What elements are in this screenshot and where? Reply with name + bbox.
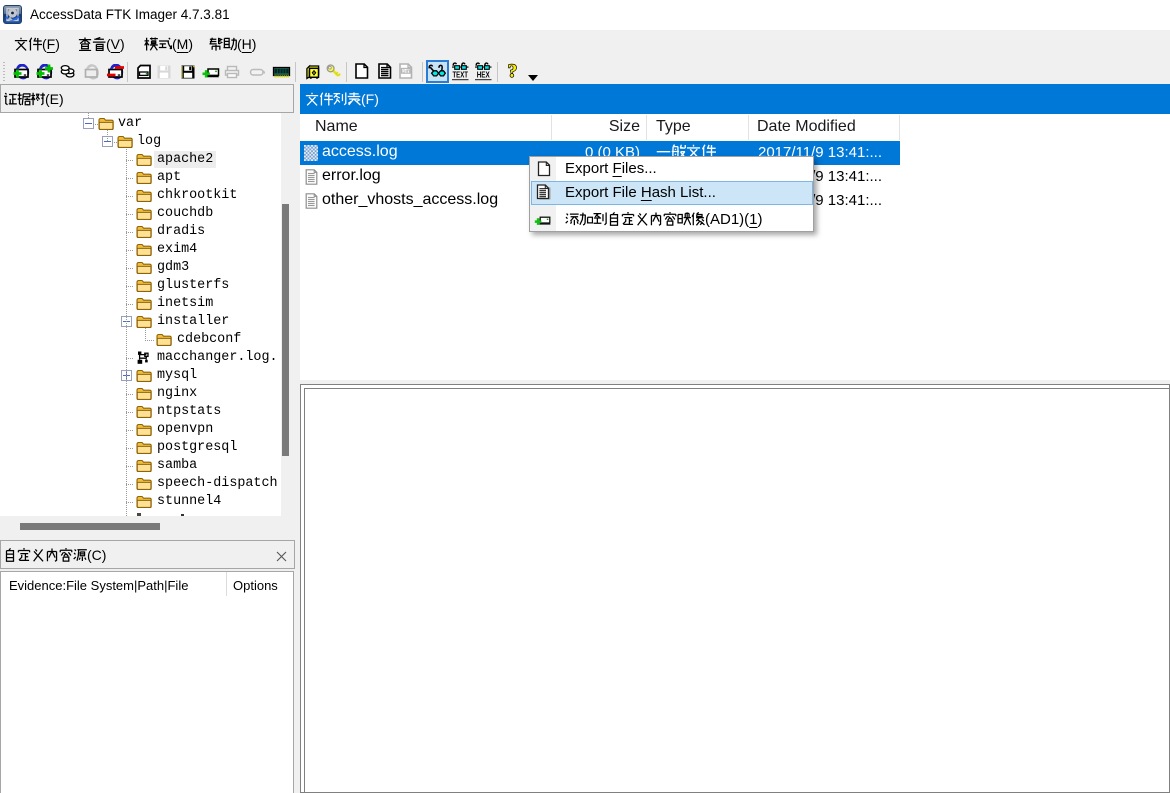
svg-text:TEXT: TEXT — [452, 70, 468, 80]
svg-text:HEX: HEX — [477, 70, 490, 80]
svg-text:?: ? — [508, 63, 518, 80]
svg-text:DIR: DIR — [402, 68, 411, 73]
